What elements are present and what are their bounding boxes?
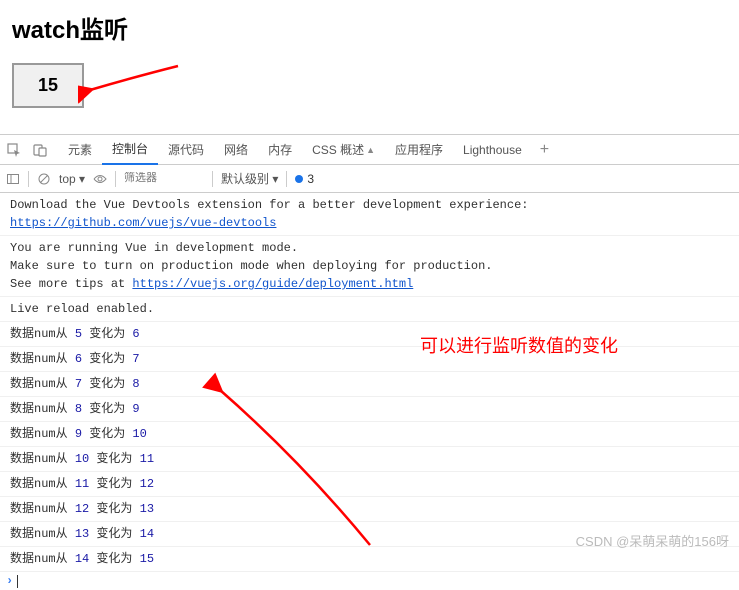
tab-lighthouse[interactable]: Lighthouse (453, 135, 532, 165)
tab-memory[interactable]: 内存 (258, 135, 302, 165)
console-toolbar: top ▾ 默认级别 ▾ 3 (0, 165, 739, 193)
annotation-text: 可以进行监听数值的变化 (420, 332, 618, 358)
clear-console-icon[interactable] (37, 172, 51, 186)
console-log-row: 数据num从 7 变化为 8 (0, 372, 739, 397)
separator (28, 171, 29, 187)
console-log-row: 数据num从 8 变化为 9 (0, 397, 739, 422)
console-log-row: 数据num从 9 变化为 10 (0, 422, 739, 447)
devtools-tabs: 元素 控制台 源代码 网络 内存 CSS 概述▲ 应用程序 Lighthouse… (0, 135, 739, 165)
tab-add[interactable]: + (532, 135, 557, 165)
sidebar-toggle-icon[interactable] (6, 172, 20, 186)
eye-icon[interactable] (93, 172, 107, 186)
context-selector[interactable]: top ▾ (59, 172, 85, 186)
console-log-row: 数据num从 5 变化为 6 (0, 322, 739, 347)
counter-button[interactable]: 15 (12, 63, 84, 108)
issues-badge[interactable]: 3 (295, 172, 314, 186)
console-message: Download the Vue Devtools extension for … (0, 193, 739, 236)
chevron-right-icon: › (6, 574, 13, 588)
console-log-row: 数据num从 12 变化为 13 (0, 497, 739, 522)
console-log-row: 数据num从 14 变化为 15 (0, 547, 739, 572)
devtools-panel: 元素 控制台 源代码 网络 内存 CSS 概述▲ 应用程序 Lighthouse… (0, 134, 739, 590)
tab-sources[interactable]: 源代码 (158, 135, 214, 165)
console-prompt[interactable]: › (0, 572, 739, 590)
tab-elements[interactable]: 元素 (58, 135, 102, 165)
separator (212, 171, 213, 187)
tab-console[interactable]: 控制台 (102, 135, 158, 165)
console-message: Live reload enabled. (0, 297, 739, 322)
tab-css-overview[interactable]: CSS 概述▲ (302, 135, 385, 165)
deployment-link[interactable]: https://vuejs.org/guide/deployment.html (132, 277, 413, 291)
log-level-selector[interactable]: 默认级别 ▾ (221, 170, 278, 187)
devtools-link[interactable]: https://github.com/vuejs/vue-devtools (10, 216, 276, 230)
separator (286, 171, 287, 187)
console-message: You are running Vue in development mode.… (0, 236, 739, 297)
console-log-row: 数据num从 10 变化为 11 (0, 447, 739, 472)
tab-application[interactable]: 应用程序 (385, 135, 453, 165)
separator (115, 171, 116, 187)
console-log-row: 数据num从 6 变化为 7 (0, 347, 739, 372)
console-log-row: 数据num从 11 变化为 12 (0, 472, 739, 497)
device-toggle-icon[interactable] (32, 142, 48, 158)
watermark: CSDN @呆萌呆萌的156呀 (576, 531, 729, 550)
page-title: watch监听 (12, 10, 727, 45)
filter-input[interactable] (124, 172, 204, 185)
tab-network[interactable]: 网络 (214, 135, 258, 165)
inspect-icon[interactable] (6, 142, 22, 158)
